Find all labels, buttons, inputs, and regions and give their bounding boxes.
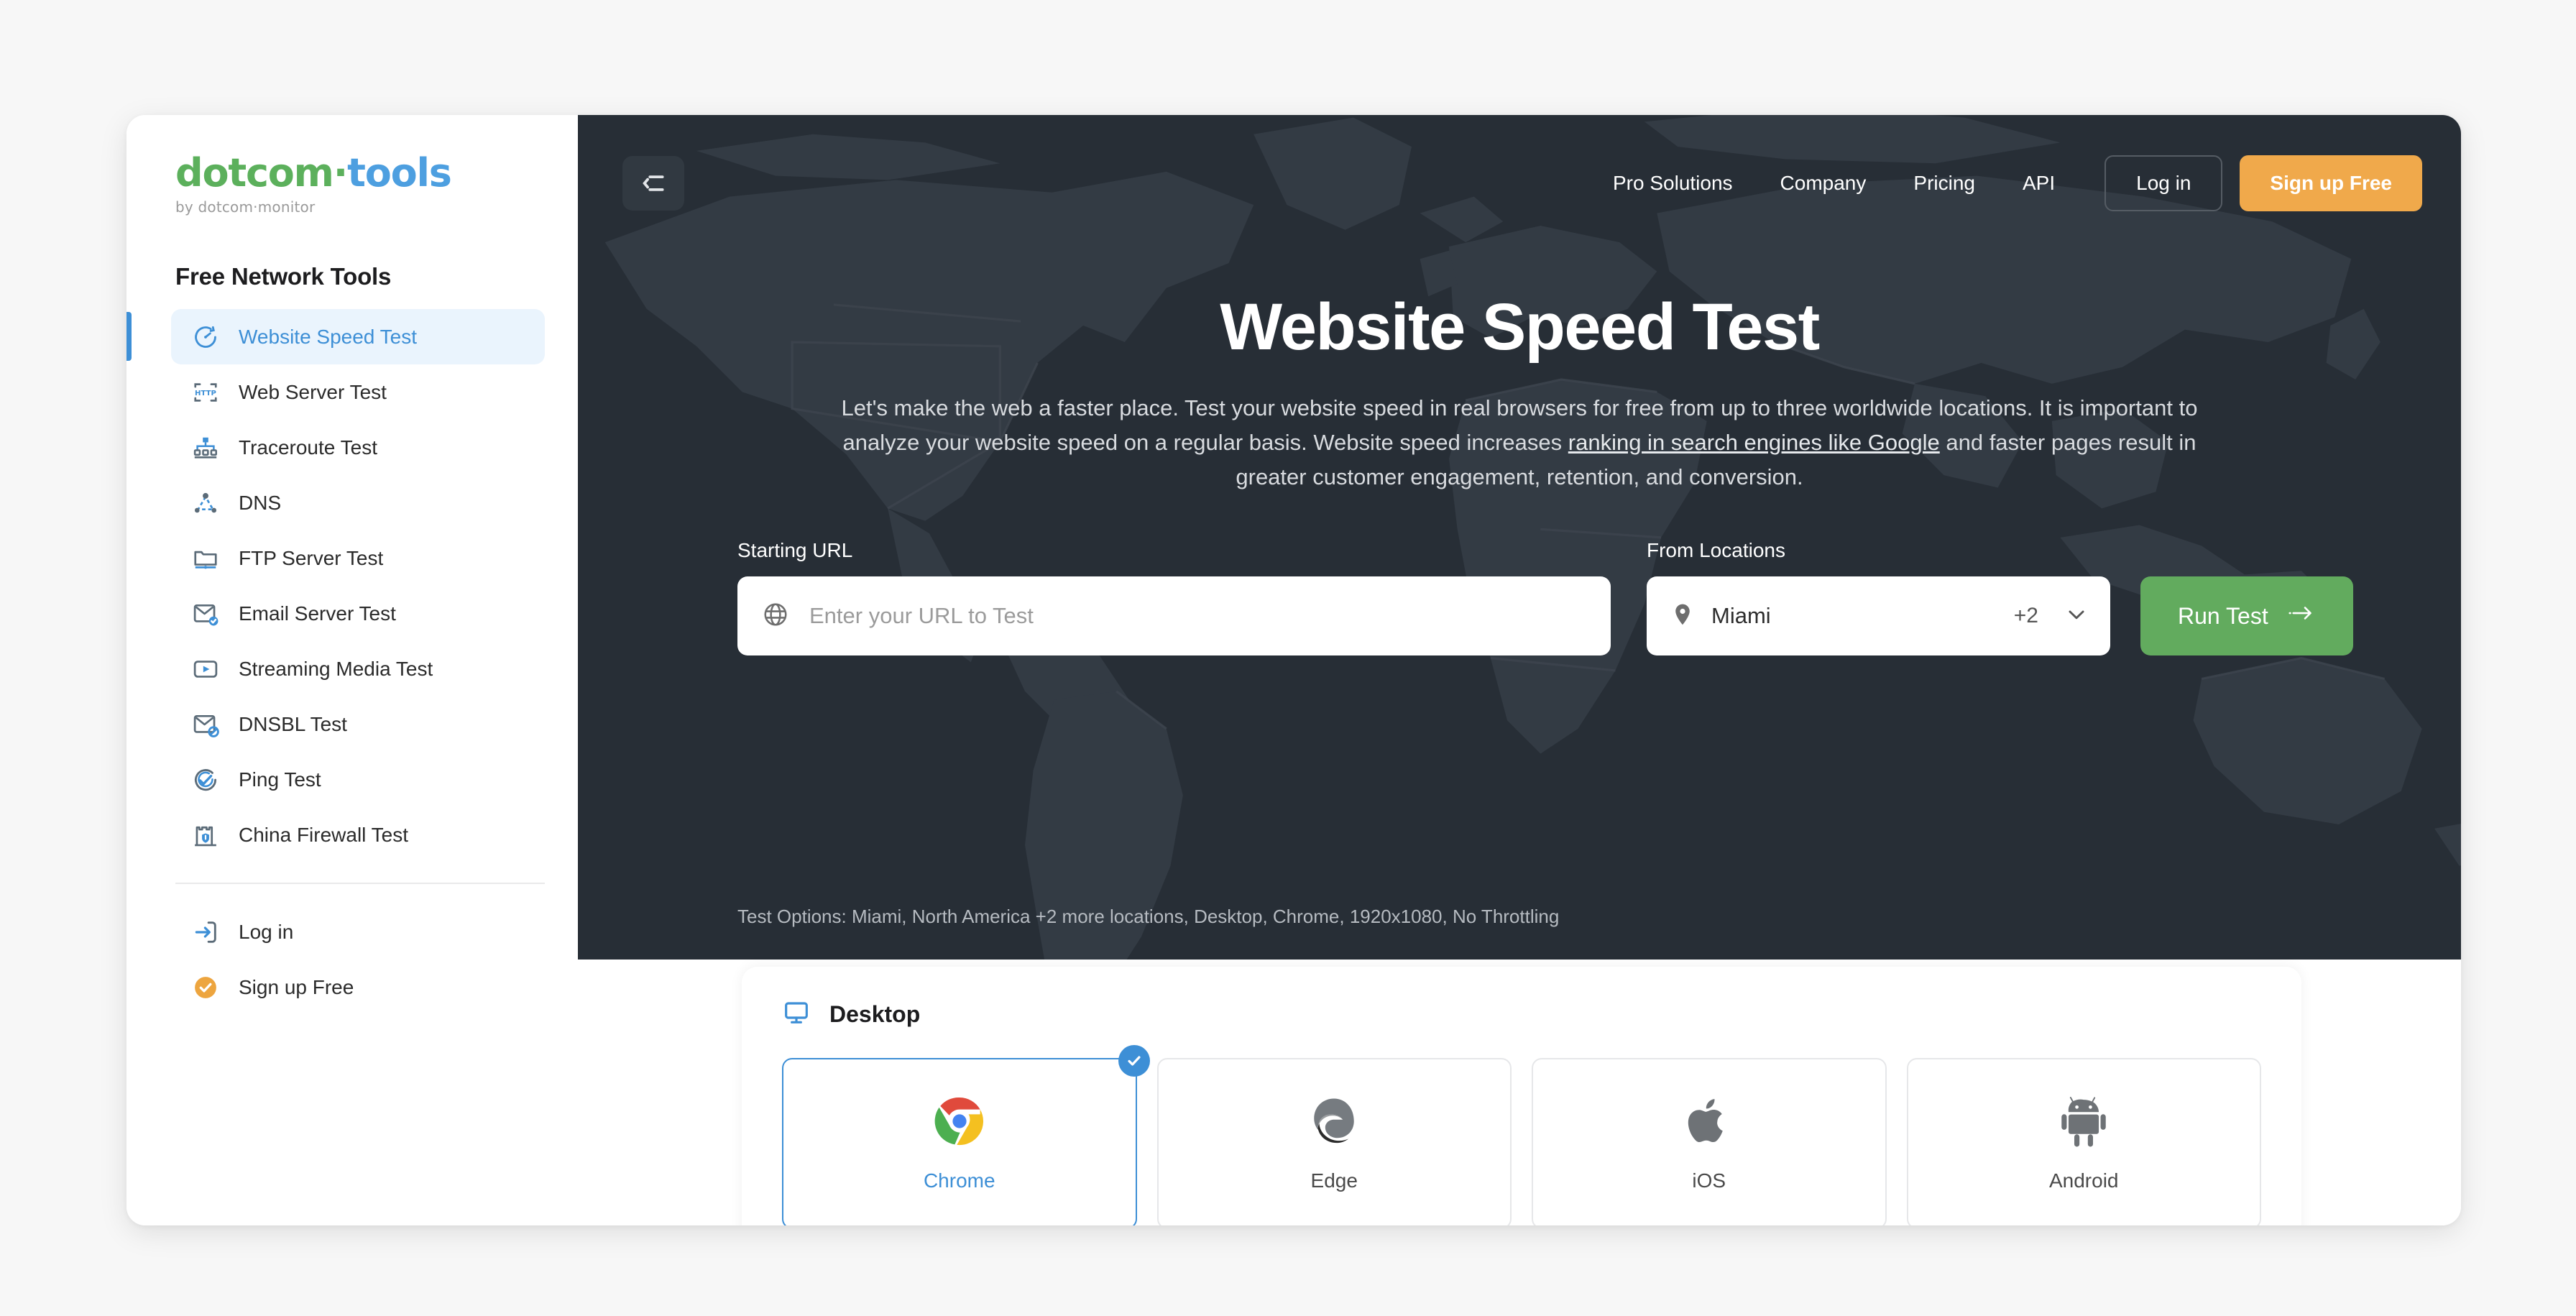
top-navigation-bar: Pro Solutions Company Pricing API Log in… <box>578 115 2461 252</box>
starting-url-label: Starting URL <box>737 539 853 561</box>
sidebar-item-label: FTP Server Test <box>239 546 384 569</box>
test-options-summary: Test Options: Miami, North America +2 mo… <box>737 906 1560 927</box>
browser-label: iOS <box>1692 1169 1726 1192</box>
sidebar-item-ping-test[interactable]: Ping Test <box>171 752 545 807</box>
dns-icon <box>191 489 220 517</box>
sidebar-item-email-server-test[interactable]: Email Server Test <box>171 586 545 641</box>
top-nav-links: Pro Solutions Company Pricing API <box>1589 172 2079 195</box>
sidebar-item-web-server-test[interactable]: HTTP Web Server Test <box>171 364 545 420</box>
hero-description-link[interactable]: ranking in search engines like Google <box>1568 430 1940 455</box>
sidebar-item-log-in[interactable]: Log in <box>171 904 545 960</box>
play-video-icon <box>191 655 220 684</box>
http-icon: HTTP <box>191 378 220 407</box>
collapse-sidebar-button[interactable] <box>622 156 684 211</box>
browser-label: Edge <box>1310 1169 1358 1192</box>
search-input[interactable] <box>809 603 1586 629</box>
location-more-count: +2 <box>2013 604 2038 627</box>
collapse-sidebar-icon <box>643 175 664 191</box>
browser-option-chrome[interactable]: Chrome <box>782 1045 1150 1225</box>
ftp-folder-icon <box>191 544 220 573</box>
speedometer-icon <box>191 323 220 351</box>
logo-tools: tools <box>347 150 452 195</box>
nav-link-pro-solutions[interactable]: Pro Solutions <box>1589 172 1757 195</box>
globe-icon <box>762 601 789 632</box>
browser-grid: Chrome Edge iOS Android <box>782 1045 2261 1225</box>
logo-tagline: by dotcom·monitor <box>175 198 316 216</box>
sidebar-nav: Website Speed Test HTTP Web Server Test <box>126 309 578 862</box>
sidebar-item-label: Streaming Media Test <box>239 657 433 680</box>
chrome-icon <box>934 1095 985 1151</box>
sidebar-item-label: Sign up Free <box>239 975 354 998</box>
brand-logo[interactable]: dotcom·tools by dotcom·monitor <box>126 115 578 216</box>
test-form: Starting URL From Locations <box>737 539 2353 655</box>
email-block-icon <box>191 710 220 739</box>
android-icon <box>2058 1095 2109 1151</box>
firewall-tower-icon <box>191 821 220 850</box>
app-window: dotcom·tools by dotcom·monitor Free Netw… <box>126 115 2461 1225</box>
sidebar-item-label: Email Server Test <box>239 602 396 625</box>
sidebar-section-title: Free Network Tools <box>175 263 392 290</box>
sidebar-item-label: Web Server Test <box>239 380 387 403</box>
sidebar-account-nav: Log in Sign up Free <box>126 904 578 1015</box>
edge-icon <box>1308 1095 1360 1151</box>
device-selection-card: Desktop Chrome Edge iOS Android <box>742 967 2301 1225</box>
sidebar-item-dns[interactable]: DNS <box>171 475 545 530</box>
main-content: Pro Solutions Company Pricing API Log in… <box>578 115 2461 1225</box>
hero-section: Pro Solutions Company Pricing API Log in… <box>578 115 2461 960</box>
sidebar-item-website-speed-test[interactable]: Website Speed Test <box>126 309 545 364</box>
sidebar-item-label: Website Speed Test <box>239 325 418 348</box>
sidebar-item-label: DNS <box>239 491 282 514</box>
log-in-button[interactable]: Log in <box>2104 155 2223 211</box>
sidebar-item-dnsbl-test[interactable]: DNSBL Test <box>171 696 545 752</box>
sidebar-item-label: China Firewall Test <box>239 823 409 846</box>
map-pin-icon <box>1670 602 1696 631</box>
from-locations-field: From Locations Miami +2 <box>1647 539 2110 655</box>
browser-option-ios[interactable]: iOS <box>1532 1058 1887 1225</box>
sidebar-item-label: Log in <box>239 920 294 943</box>
arrow-right-icon <box>2287 601 2316 631</box>
traceroute-icon <box>191 433 220 462</box>
browser-label: Chrome <box>923 1169 995 1192</box>
sidebar-item-china-firewall-test[interactable]: China Firewall Test <box>171 807 545 862</box>
logo-dotcom: dotcom <box>175 150 334 195</box>
sidebar-item-streaming-media-test[interactable]: Streaming Media Test <box>171 641 545 696</box>
browser-label: Android <box>2048 1169 2119 1192</box>
check-circle-icon <box>191 973 220 1002</box>
url-input-wrapper[interactable] <box>737 576 1611 655</box>
sidebar-item-sign-up-free[interactable]: Sign up Free <box>171 960 545 1015</box>
sidebar-item-label: Traceroute Test <box>239 436 377 459</box>
email-check-icon <box>191 599 220 628</box>
login-arrow-icon <box>191 918 220 947</box>
nav-link-company[interactable]: Company <box>1757 172 1890 195</box>
check-icon <box>1118 1045 1150 1077</box>
monitor-icon <box>782 998 811 1031</box>
location-selected-value: Miami <box>1711 603 1771 628</box>
sign-up-free-button[interactable]: Sign up Free <box>2240 155 2422 211</box>
sidebar-item-ftp-server-test[interactable]: FTP Server Test <box>171 530 545 586</box>
sidebar-item-traceroute-test[interactable]: Traceroute Test <box>171 420 545 475</box>
sidebar-divider <box>175 883 545 884</box>
run-test-label: Run Test <box>2178 602 2268 629</box>
ping-icon <box>191 765 220 794</box>
device-header: Desktop <box>782 998 2261 1031</box>
hero-description: Let's make the web a faster place. Test … <box>840 391 2199 494</box>
nav-link-pricing[interactable]: Pricing <box>1890 172 1999 195</box>
location-select[interactable]: Miami +2 <box>1647 576 2110 655</box>
apple-icon <box>1685 1095 1733 1151</box>
browser-option-edge[interactable]: Edge <box>1156 1058 1512 1225</box>
page-title: Website Speed Test <box>1220 290 1820 364</box>
chevron-down-icon[interactable] <box>2064 602 2089 630</box>
logo-wordmark: dotcom·tools <box>175 154 578 193</box>
sidebar-item-label: DNSBL Test <box>239 712 347 735</box>
sidebar-item-label: Ping Test <box>239 768 321 791</box>
sidebar: dotcom·tools by dotcom·monitor Free Netw… <box>126 115 578 1225</box>
device-header-label: Desktop <box>829 1001 921 1027</box>
nav-link-api[interactable]: API <box>1999 172 2079 195</box>
starting-url-field: Starting URL <box>737 539 1611 655</box>
logo-dot: · <box>333 150 349 195</box>
from-locations-label: From Locations <box>1647 539 1785 561</box>
browser-option-android[interactable]: Android <box>1906 1058 2261 1225</box>
svg-text:HTTP: HTTP <box>195 389 216 397</box>
run-test-button[interactable]: Run Test <box>2140 576 2353 655</box>
